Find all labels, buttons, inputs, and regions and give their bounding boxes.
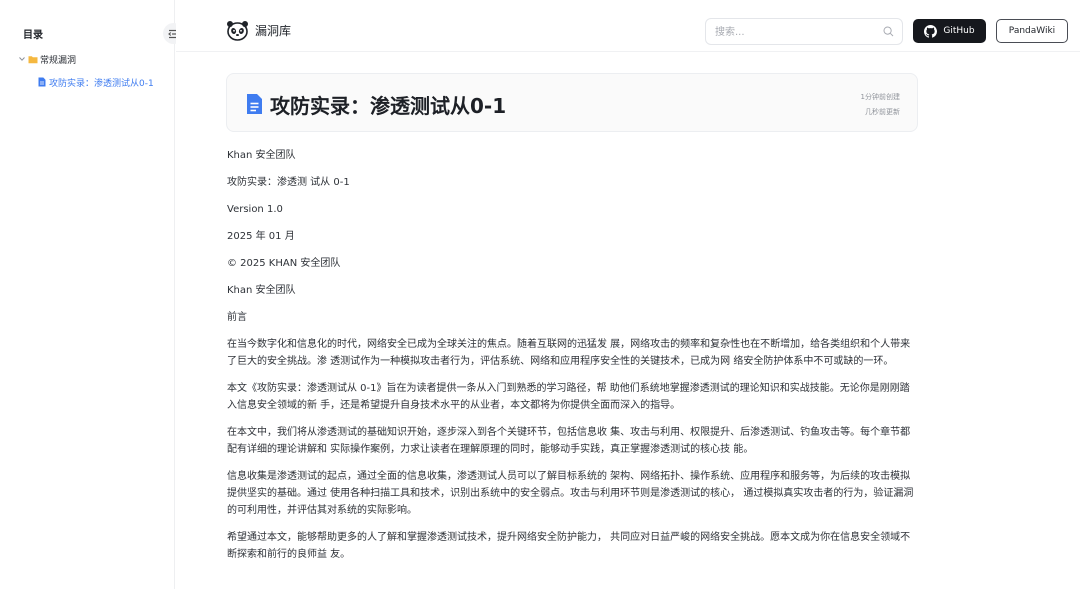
github-button[interactable]: GitHub [913, 19, 986, 43]
github-icon [924, 24, 938, 38]
search-input[interactable] [715, 24, 875, 40]
doc-title: 攻防实录：渗透测试从0-1 [270, 94, 507, 118]
brand-name: 漏洞库 [255, 24, 292, 38]
content-line: 前言 [227, 312, 247, 323]
sidebar-title: 目录 [23, 30, 43, 41]
doc-content: Khan 安全团队 攻防实录：渗透测 试从 0-1 Version 1.0 20… [227, 147, 919, 573]
folder-icon [28, 55, 38, 63]
chevron-down-icon [19, 57, 25, 61]
tree-folder-label: 常规漏洞 [40, 55, 77, 66]
content-line: © 2025 KHAN 安全团队 [227, 258, 341, 269]
content-line: Khan 安全团队 [227, 150, 296, 161]
panda-logo-icon [227, 21, 248, 41]
document-icon [247, 94, 262, 114]
pandawiki-button[interactable]: PandaWiki [996, 19, 1068, 43]
tree-folder-item[interactable]: 常规漏洞 [18, 52, 76, 66]
content-paragraph: 信息收集是渗透测试的起点，通过全面的信息收集，渗透测试人员可以了解目标系统的 架… [227, 471, 914, 516]
content-line: 2025 年 01 月 [227, 231, 295, 242]
search-icon[interactable] [883, 26, 894, 37]
content-paragraph: 在本文中，我们将从渗透测试的基础知识开始，逐步深入到各个关键环节，包括信息收 集… [227, 427, 911, 455]
content-paragraph: 本文《攻防实录：渗透测试从 0-1》旨在为读者提供一条从入门到熟悉的学习路径，帮… [227, 383, 910, 411]
github-button-label: GitHub [943, 26, 975, 36]
content-line: Khan 安全团队 [227, 285, 296, 296]
doc-title-card: 攻防实录：渗透测试从0-1 1分钟前创建 几秒前更新 [226, 73, 918, 132]
sidebar: 目录 常规漏洞 攻防实录：渗透测试从0-1 [0, 0, 184, 589]
sidebar-header: 目录 [23, 23, 185, 44]
document-icon [38, 77, 46, 87]
content-paragraph: 在当今数字化和信息化的时代，网络安全已成为全球关注的焦点。随着互联网的迅猛发 展… [227, 339, 911, 367]
content-line: 攻防实录：渗透测 试从 0-1 [227, 177, 350, 188]
content-line: Version 1.0 [227, 204, 283, 215]
created-time: 1分钟前创建 [860, 93, 900, 101]
brand-link[interactable]: 漏洞库 [226, 20, 291, 41]
content-paragraph: 希望通过本文，能够帮助更多的人了解和掌握渗透测试技术，提升网络安全防护能力， 共… [227, 532, 911, 560]
tree-doc-item[interactable]: 攻防实录：渗透测试从0-1 [38, 75, 154, 89]
pandawiki-button-label: PandaWiki [1008, 26, 1056, 36]
updated-time: 几秒前更新 [865, 108, 900, 116]
top-header: 漏洞库 GitHub PandaWiki [176, 0, 1080, 52]
tree-doc-label: 攻防实录：渗透测试从0-1 [49, 78, 154, 89]
search-box[interactable] [705, 18, 903, 45]
doc-meta: 1分钟前创建 几秒前更新 [861, 90, 900, 120]
